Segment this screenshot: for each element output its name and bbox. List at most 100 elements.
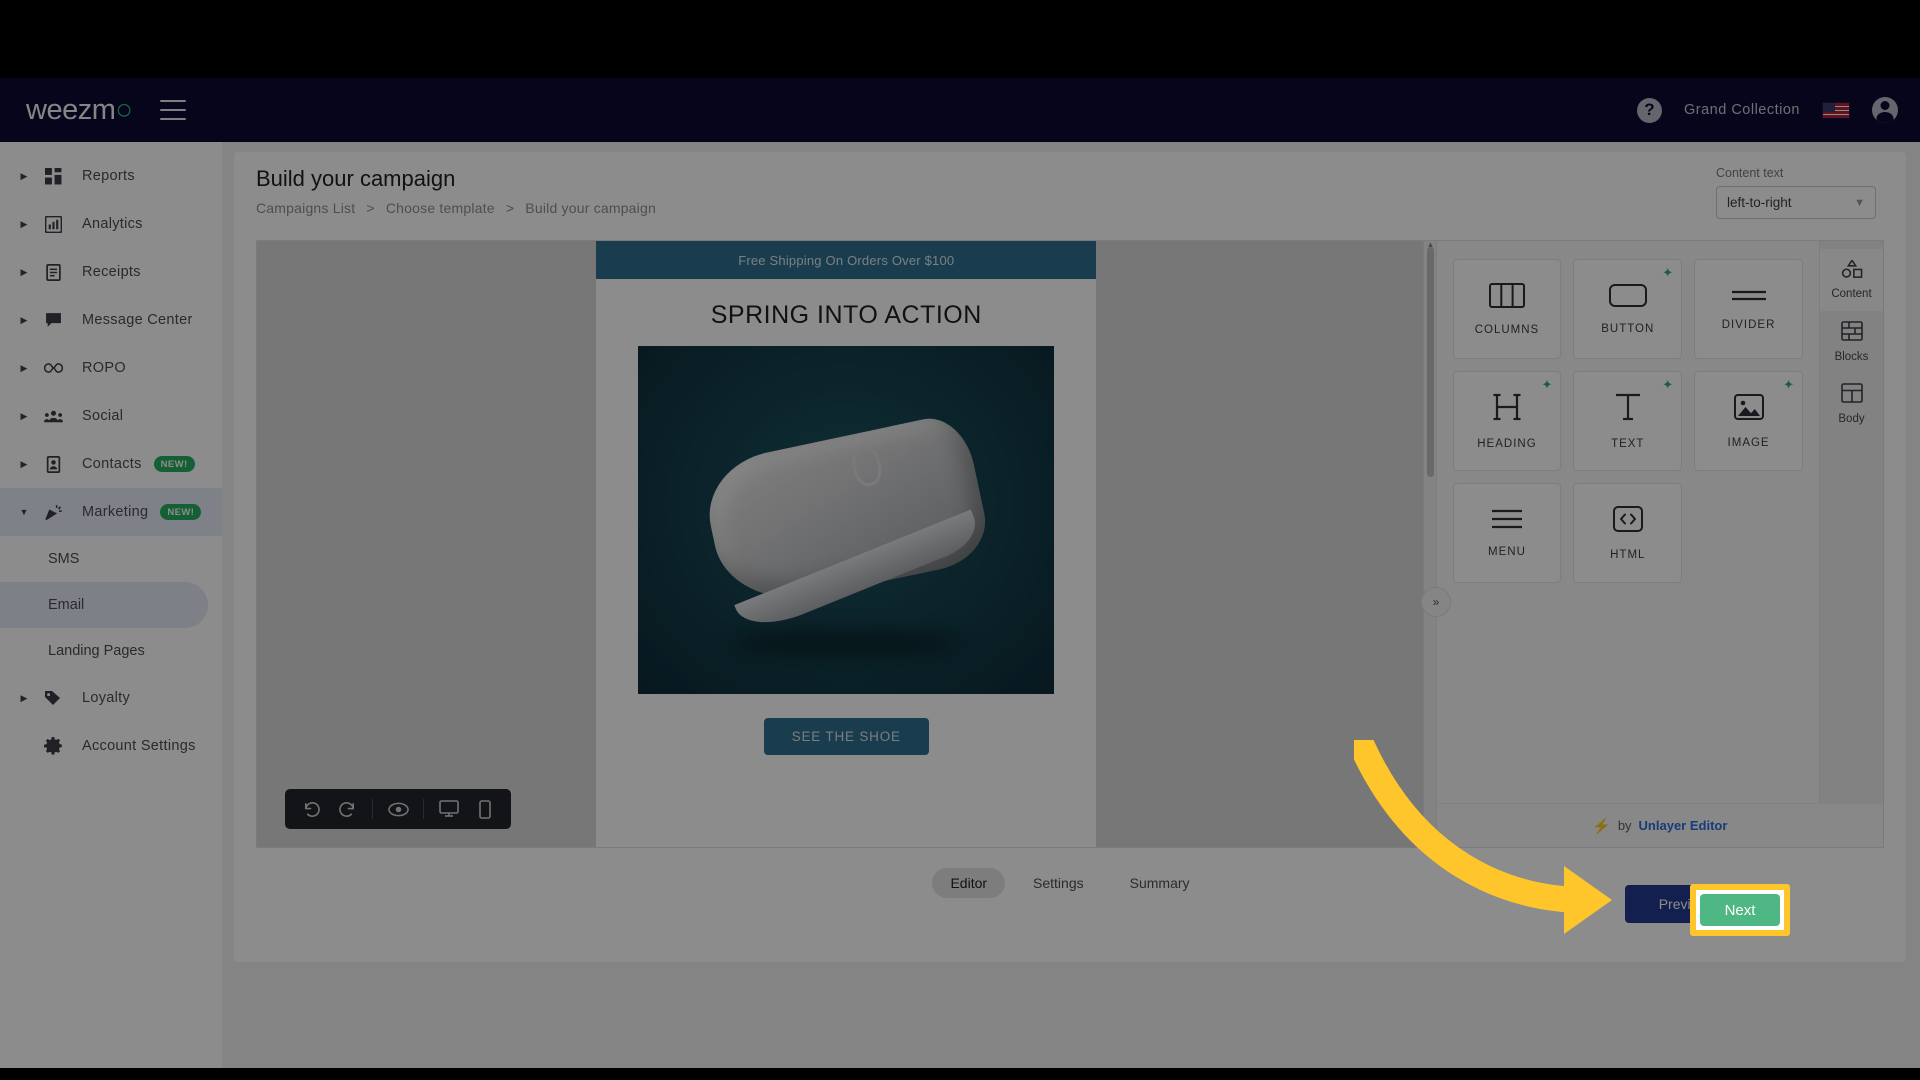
help-icon[interactable]: ? — [1637, 97, 1662, 123]
sidebar-item-label: Contacts — [82, 456, 142, 472]
sidebar-item-label: Analytics — [82, 216, 143, 232]
chevron-right-icon: ▶ — [20, 458, 28, 469]
sidebar-item-label: Message Center — [82, 312, 193, 328]
next-button-highlight: Next — [1690, 884, 1790, 936]
sidebar-item-receipts[interactable]: ▶ Receipts — [0, 248, 222, 296]
sidebar-item-contacts[interactable]: ▶ Contacts NEW! — [0, 440, 222, 488]
sidebar-item-account-settings[interactable]: Account Settings — [0, 722, 222, 770]
heading-icon — [1493, 392, 1521, 427]
page-title: Build your campaign — [256, 166, 456, 191]
block-columns[interactable]: COLUMNS — [1452, 259, 1562, 359]
breadcrumb-build-your-campaign[interactable]: Build your campaign — [525, 200, 656, 216]
toolbar-divider — [372, 799, 373, 819]
sidebar-navigation: ▶ Reports ▶ Analytics ▶ Receipts ▶ Messa… — [0, 142, 222, 1068]
canvas-scrollbar[interactable]: ▲ ▼ — [1422, 241, 1436, 847]
email-promo-bar[interactable]: Free Shipping On Orders Over $100 — [596, 241, 1097, 279]
shapes-icon — [1841, 258, 1863, 283]
hamburger-icon[interactable] — [160, 100, 187, 120]
sidebar-item-label: Loyalty — [82, 690, 131, 706]
sneaker-product-image[interactable] — [638, 346, 1055, 694]
sidebar-subitem-label: Landing Pages — [48, 643, 145, 659]
top-bar-right-group: ? Grand Collection — [1637, 97, 1898, 123]
tab-settings[interactable]: Settings — [1015, 868, 1102, 898]
breadcrumb: Campaigns List > Choose template > Build… — [256, 200, 656, 216]
block-divider[interactable]: DIVIDER — [1694, 259, 1803, 359]
email-canvas[interactable]: Free Shipping On Orders Over $100 SPRING… — [257, 241, 1436, 847]
divider-icon — [1731, 287, 1767, 308]
sidebar-item-social[interactable]: ▶ Social — [0, 392, 222, 440]
tab-editor[interactable]: Editor — [932, 868, 1006, 898]
tab-label: Blocks — [1834, 351, 1869, 363]
account-avatar-icon[interactable] — [1872, 97, 1898, 123]
block-text[interactable]: ✦ TEXT — [1573, 371, 1683, 471]
sidebar-subitem-email[interactable]: Email — [0, 582, 208, 628]
scrollbar-thumb[interactable] — [1426, 247, 1434, 477]
chevron-right-icon: ▶ — [20, 692, 28, 703]
sidebar-subitem-label: SMS — [48, 551, 80, 567]
unlayer-editor-link[interactable]: Unlayer Editor — [1639, 818, 1728, 833]
sidebar-item-message-center[interactable]: ▶ Message Center — [0, 296, 222, 344]
see-the-shoe-button[interactable]: SEE THE SHOE — [763, 718, 929, 755]
sidebar-subitem-landing-pages[interactable]: Landing Pages — [0, 628, 208, 674]
block-button[interactable]: ✦ BUTTON — [1573, 259, 1683, 359]
sidebar-item-ropo[interactable]: ▶ ROPO — [0, 344, 222, 392]
block-label: IMAGE — [1727, 437, 1770, 449]
content-direction-select[interactable]: left-to-right ▼ — [1716, 186, 1876, 219]
tools-vertical-tabs: Content Blocks Body — [1819, 241, 1883, 847]
email-heading[interactable]: SPRING INTO ACTION — [596, 279, 1096, 346]
scroll-down-arrow-icon[interactable]: ▼ — [1427, 839, 1435, 847]
receipt-icon — [40, 263, 66, 281]
logo-mark-icon: ○ — [115, 93, 133, 126]
block-label: HEADING — [1477, 438, 1537, 450]
logo-text: weezm — [26, 93, 116, 126]
block-image[interactable]: ✦ IMAGE — [1694, 371, 1803, 471]
tab-content[interactable]: Content — [1820, 249, 1883, 311]
tab-blocks[interactable]: Blocks — [1820, 311, 1883, 373]
us-flag-icon[interactable] — [1822, 101, 1850, 119]
email-cta-wrapper: SEE THE SHOE — [596, 694, 1096, 785]
main-content-area: Build your campaign Campaigns List > Cho… — [222, 142, 1920, 1068]
redo-icon[interactable] — [331, 793, 363, 825]
weezmo-logo[interactable]: weezm○ — [26, 93, 133, 127]
breadcrumb-choose-template[interactable]: Choose template — [386, 200, 495, 216]
button-icon — [1608, 283, 1647, 312]
sidebar-subitem-sms[interactable]: SMS — [0, 536, 208, 582]
tab-body[interactable]: Body — [1820, 373, 1883, 435]
desktop-view-icon[interactable] — [433, 793, 465, 825]
block-menu[interactable]: MENU — [1452, 483, 1562, 583]
breadcrumb-campaigns-list[interactable]: Campaigns List — [256, 200, 355, 216]
content-blocks-list: COLUMNS ✦ BUTTON DIVIDER ✦ HEADING ✦ TEX… — [1437, 241, 1819, 847]
chevron-down-icon: ▼ — [1854, 196, 1865, 209]
sidebar-item-loyalty[interactable]: ▶ Loyalty — [0, 674, 222, 722]
account-name-label: Grand Collection — [1684, 102, 1800, 118]
block-heading[interactable]: ✦ HEADING — [1452, 371, 1562, 471]
sidebar-item-analytics[interactable]: ▶ Analytics — [0, 200, 222, 248]
lightning-bolt-icon: ⚡ — [1592, 817, 1611, 835]
image-icon — [1733, 393, 1764, 426]
email-template-body[interactable]: Free Shipping On Orders Over $100 SPRING… — [596, 241, 1097, 847]
mobile-view-icon[interactable] — [469, 793, 501, 825]
email-editor: Free Shipping On Orders Over $100 SPRING… — [256, 240, 1884, 848]
bar-chart-icon — [40, 215, 66, 233]
brick-wall-icon — [1840, 321, 1863, 346]
sidebar-subitem-label: Email — [48, 597, 85, 613]
block-html[interactable]: HTML — [1573, 483, 1683, 583]
chevron-right-icon: ▶ — [20, 410, 28, 421]
chevron-right-icon: ▶ — [20, 362, 28, 373]
text-icon — [1614, 392, 1642, 427]
tab-summary[interactable]: Summary — [1112, 868, 1208, 898]
tab-label: Content — [1831, 288, 1872, 300]
sidebar-item-reports[interactable]: ▶ Reports — [0, 152, 222, 200]
campaign-builder-card: Build your campaign Campaigns List > Cho… — [234, 152, 1906, 962]
gear-icon — [40, 737, 66, 755]
sidebar-item-marketing[interactable]: ▼ Marketing NEW! — [0, 488, 222, 536]
collapse-panel-button[interactable]: » — [1421, 587, 1451, 617]
infinity-icon — [40, 361, 66, 375]
undo-icon[interactable] — [295, 793, 327, 825]
status-badge-new: NEW! — [153, 456, 195, 472]
chevron-right-icon: ▶ — [20, 314, 28, 325]
breadcrumb-separator: > — [505, 200, 515, 216]
preview-eye-icon[interactable] — [382, 793, 414, 825]
tag-icon — [40, 690, 66, 706]
next-button[interactable]: Next — [1700, 894, 1780, 926]
